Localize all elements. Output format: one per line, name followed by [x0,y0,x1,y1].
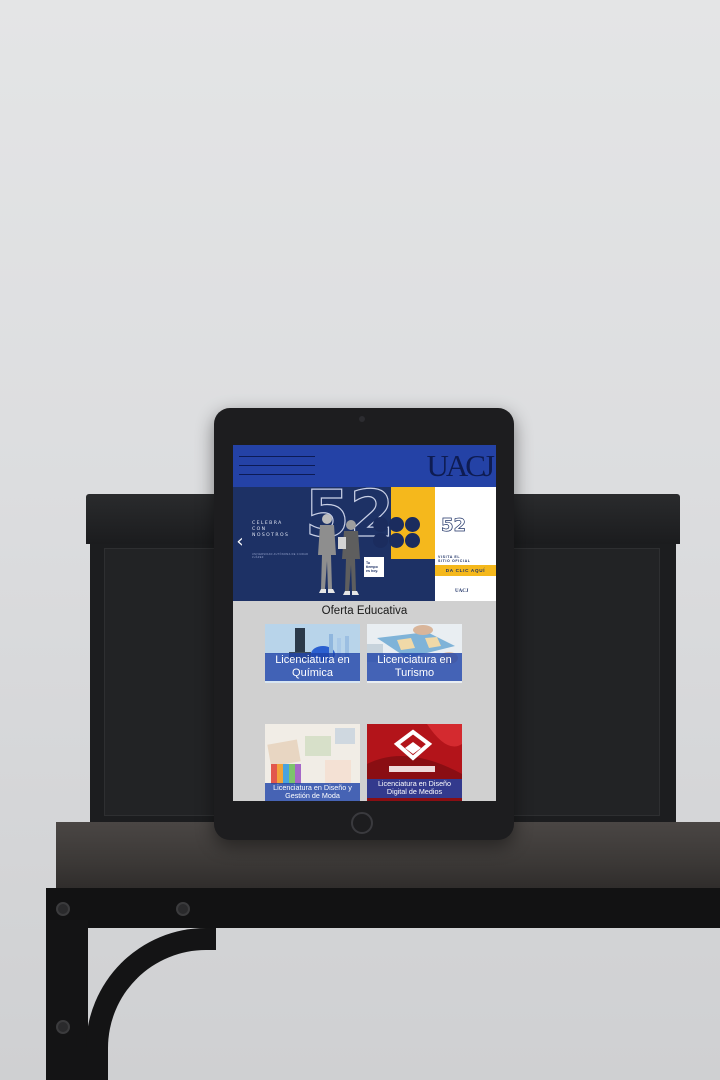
program-card-label: Licenciatura en Diseño Digital de Medios [367,779,462,798]
front-camera [359,416,365,422]
program-card-label: Licenciatura en Turismo [367,653,462,681]
panel-uacj-logo: UACJ [455,589,469,594]
hamburger-menu-icon[interactable] [233,445,323,487]
graphic-dot [405,533,420,548]
program-card-label: Licenciatura en Química [265,653,360,681]
tablet-device: UACJ CELEBRA CON NOSOTROS UNIVERSIDAD AU… [214,408,514,840]
tablet-screen: UACJ CELEBRA CON NOSOTROS UNIVERSIDAD AU… [233,445,496,801]
hero-carousel[interactable]: CELEBRA CON NOSOTROS UNIVERSIDAD AUTÓNOM… [233,487,496,601]
site-header: UACJ [233,445,496,487]
program-card-ddm[interactable]: Licenciatura en Diseño Digital de Medios [367,724,462,801]
graphic-dot [373,517,388,532]
panel-anniversary-number: 52 [441,515,467,536]
oferta-educativa-heading: Oferta Educativa [321,605,408,617]
table-bolt [176,902,190,916]
students-photo [318,514,360,595]
program-card-turismo[interactable]: Licenciatura en Turismo [367,624,462,683]
table-bolt [56,902,70,916]
slide-fineprint: UNIVERSIDAD AUTÓNOMA DE CIUDAD JUÁREZ [252,553,309,559]
table-frame [46,888,720,928]
program-card-moda[interactable]: Licenciatura en Diseño y Gestión de Moda [265,724,360,801]
visit-site-text: VISITA EL SITIO OFICIAL [438,555,471,564]
table-bolt [56,1020,70,1034]
tu-tiempo-sticker: Tu tiempo es hoy. [364,557,384,577]
program-card-label: Licenciatura en Diseño y Gestión de Moda [265,783,360,801]
graphic-dot [389,517,404,532]
program-card-quimica[interactable]: Licenciatura en Química [265,624,360,683]
graphic-dot [373,533,388,548]
click-here-button[interactable]: DA CLIC AQUÍ [435,565,496,576]
graphic-dot [405,517,420,532]
carousel-prev-arrow-icon[interactable]: ‹ [233,531,247,553]
carousel-next-arrow-icon[interactable]: › [482,531,496,553]
slide-kicker-text: CELEBRA CON NOSOTROS [252,521,290,538]
table-leg [46,920,88,1080]
graphic-dot [389,533,404,548]
uacj-logo[interactable]: UACJ [426,445,494,487]
home-button[interactable] [351,812,373,834]
